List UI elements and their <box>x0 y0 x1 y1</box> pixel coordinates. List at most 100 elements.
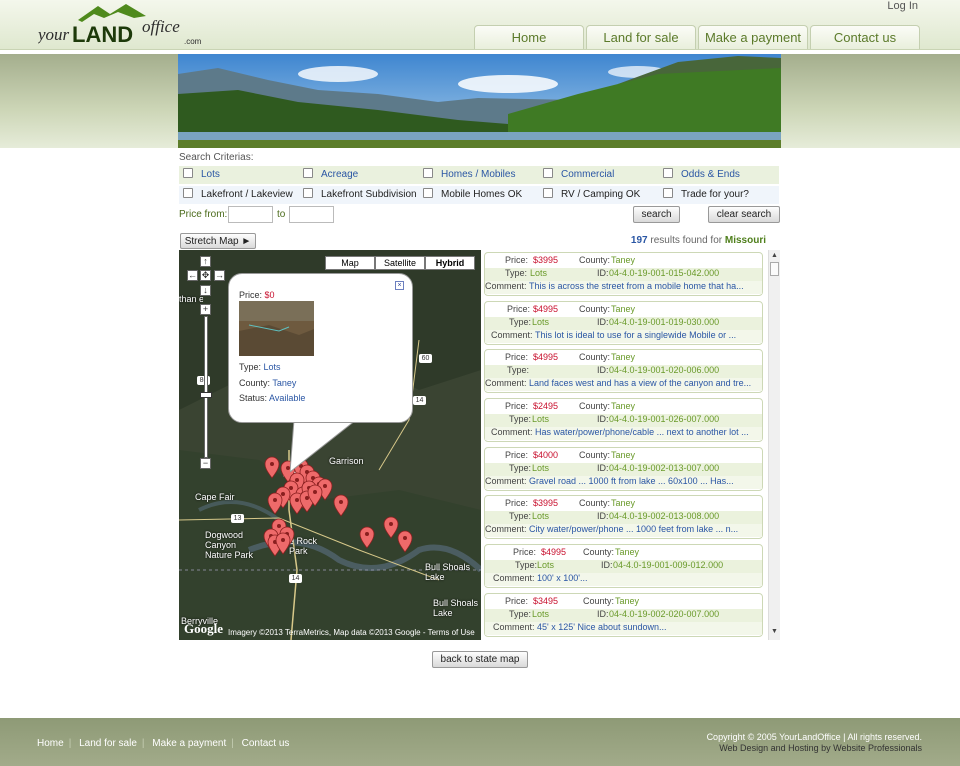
listing-card[interactable]: Price: $3995 County: Taney Type: Lots ID… <box>484 252 763 296</box>
footer-link-land-for-sale[interactable]: Land for sale <box>79 738 137 749</box>
listing-comment: Has water/power/phone/cable ... next to … <box>535 427 749 437</box>
comment-label: Comment: <box>493 573 535 583</box>
price-label: Price: <box>505 450 529 460</box>
pan-up-icon[interactable]: ↑ <box>200 256 211 267</box>
listing-pin-icon[interactable] <box>333 494 349 517</box>
pan-down-icon[interactable]: ↓ <box>200 285 211 296</box>
listing-card[interactable]: Price: $4995 County: Taney Type: Lots ID… <box>484 544 763 588</box>
listing-comment: 100' x 100'... <box>537 573 588 583</box>
comment-label: Comment: <box>485 378 527 388</box>
banner-image <box>178 54 781 148</box>
nav-tab-contact-us[interactable]: Contact us <box>810 25 920 49</box>
pan-center-icon[interactable]: ✥ <box>200 270 211 281</box>
close-icon[interactable]: × <box>395 281 404 290</box>
listing-comment: City water/power/phone ... 1000 feet fro… <box>529 524 739 534</box>
popup-type: Type: Lots <box>239 362 281 372</box>
scroll-up-icon[interactable]: ▲ <box>771 252 778 259</box>
criteria-row-1: Lots Acreage Homes / Mobiles Commercial … <box>179 166 779 184</box>
search-criteria-label: Search Criterias: <box>179 152 254 163</box>
listing-card[interactable]: Price: $4995 County: Taney Type: Lots ID… <box>484 301 763 345</box>
clear-search-button[interactable]: clear search <box>708 206 780 223</box>
listing-pin-icon[interactable] <box>359 526 375 549</box>
county-label: County: <box>579 450 611 460</box>
checkbox[interactable] <box>663 168 673 178</box>
checkbox[interactable] <box>183 188 193 198</box>
popup-thumbnail[interactable] <box>239 301 314 356</box>
id-label: ID: <box>597 414 609 424</box>
listing-card[interactable]: Price: $3995 County: Taney Type: Lots ID… <box>484 495 763 539</box>
listing-pin-icon[interactable] <box>264 456 280 479</box>
type-label: Type: <box>509 414 532 424</box>
footer-link-home[interactable]: Home <box>37 738 64 749</box>
type-label: Type: <box>509 317 532 327</box>
search-button[interactable]: search <box>633 206 680 223</box>
scroll-thumb[interactable] <box>770 262 779 276</box>
price-to-input[interactable] <box>289 206 334 223</box>
popup-tail <box>290 420 357 472</box>
listing-county: Taney <box>611 498 636 508</box>
listing-card[interactable]: Price: $4995 County: Taney Type: ID: 04-… <box>484 349 763 393</box>
county-label: County: <box>579 498 611 508</box>
results-list[interactable]: Price: $3995 County: Taney Type: Lots ID… <box>482 250 780 640</box>
scroll-down-icon[interactable]: ▼ <box>771 628 778 635</box>
footer-link-make-payment[interactable]: Make a payment <box>152 738 226 749</box>
listing-county: Taney <box>611 255 636 265</box>
pan-left-icon[interactable]: ← <box>187 270 198 281</box>
checkbox[interactable] <box>303 188 313 198</box>
price-from-input[interactable] <box>228 206 273 223</box>
listing-card[interactable]: Price: $2495 County: Taney Type: Lots ID… <box>484 398 763 442</box>
listing-id: 04-4.0-19-002-013-007.000 <box>609 463 720 473</box>
listing-type: Lots <box>532 609 550 619</box>
listing-price: $3995 <box>533 498 559 508</box>
checkbox[interactable] <box>423 168 433 178</box>
listing-pin-icon[interactable] <box>267 492 283 515</box>
listing-type: Lots <box>532 317 550 327</box>
svg-text:office: office <box>142 17 180 36</box>
type-label: Type: <box>509 463 532 473</box>
id-label: ID: <box>597 268 609 278</box>
listing-pin-icon[interactable] <box>397 530 413 553</box>
zoom-out-icon[interactable]: − <box>200 458 211 469</box>
id-label: ID: <box>597 317 609 327</box>
login-link[interactable]: Log In <box>887 0 918 12</box>
back-to-state-map-button[interactable]: back to state map <box>432 651 528 668</box>
nav-tab-land-for-sale[interactable]: Land for sale <box>586 25 696 49</box>
checkbox[interactable] <box>303 168 313 178</box>
listing-card[interactable]: Price: $3495 County: Taney Type: Lots ID… <box>484 593 763 637</box>
listing-price: $4000 <box>533 450 559 460</box>
popup-status: Status: Available <box>239 393 306 403</box>
type-label: Type: <box>505 268 528 278</box>
listing-price: $3495 <box>533 596 559 606</box>
zoom-slider-track[interactable] <box>204 316 208 458</box>
listing-card[interactable]: Price: $4000 County: Taney Type: Lots ID… <box>484 447 763 491</box>
results-scrollbar[interactable]: ▲ ▼ <box>768 250 780 640</box>
checkbox[interactable] <box>663 188 673 198</box>
comment-label: Comment: <box>491 330 533 340</box>
nav-tab-make-payment[interactable]: Make a payment <box>698 25 808 49</box>
listing-type: Lots <box>532 511 550 521</box>
type-label: Type: <box>507 365 530 375</box>
credit-text: Web Design and Hosting by Website Profes… <box>719 743 922 753</box>
nav-tab-home[interactable]: Home <box>474 25 584 49</box>
listing-popup: × Price: $0 Type: Lots County: Taney Sta… <box>228 273 413 423</box>
comment-label: Comment: <box>493 622 535 632</box>
listing-id: 04-4.0-19-001-015-042.000 <box>609 268 720 278</box>
stretch-map-button[interactable]: Stretch Map ► <box>180 233 256 249</box>
checkbox[interactable] <box>543 188 553 198</box>
site-logo[interactable]: your LAND office .com <box>38 2 213 48</box>
footer-link-contact-us[interactable]: Contact us <box>242 738 290 749</box>
listing-county: Taney <box>611 450 636 460</box>
price-label: Price: <box>513 547 537 557</box>
checkbox[interactable] <box>543 168 553 178</box>
zoom-slider-knob[interactable] <box>200 392 212 398</box>
listing-type: Lots <box>530 268 548 278</box>
pan-right-icon[interactable]: → <box>214 270 225 281</box>
checkbox[interactable] <box>183 168 193 178</box>
popup-price: Price: $0 <box>239 290 275 300</box>
checkbox[interactable] <box>423 188 433 198</box>
zoom-in-icon[interactable]: + <box>200 304 211 315</box>
listing-pin-icon[interactable] <box>383 516 399 539</box>
listing-id: 04-4.0-19-002-020-007.000 <box>609 609 720 619</box>
listing-county: Taney <box>611 352 636 362</box>
site-footer: Home | Land for sale | Make a payment | Con… <box>0 718 960 766</box>
